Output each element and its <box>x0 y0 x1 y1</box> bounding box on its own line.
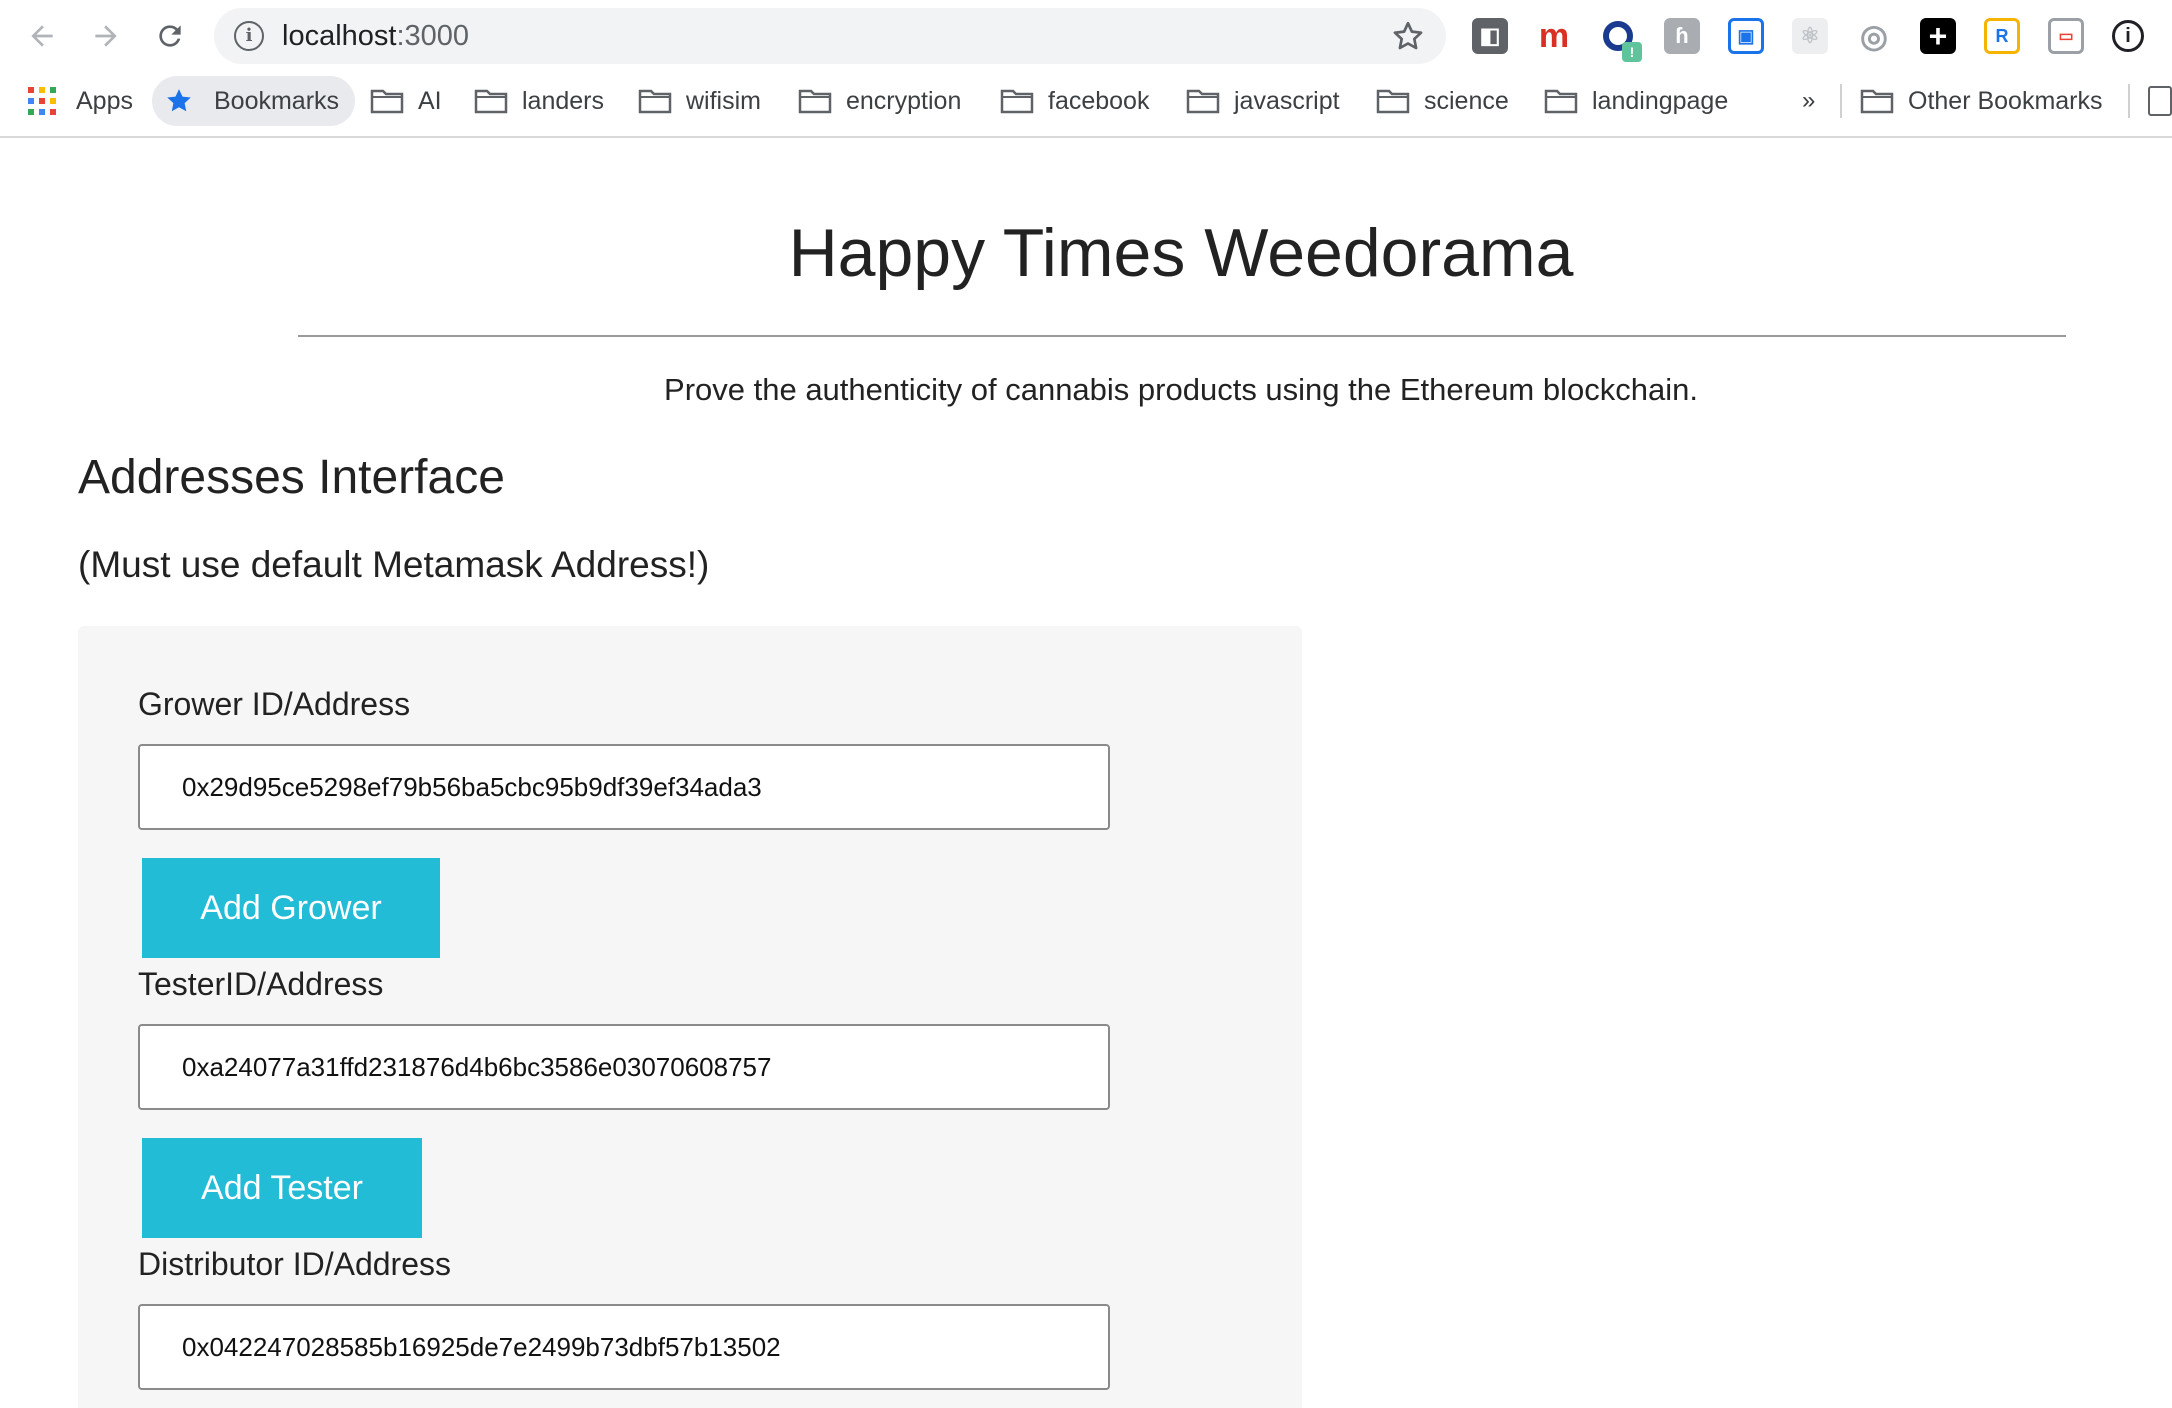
title-divider <box>298 335 2066 337</box>
page-lead: Prove the authenticity of cannabis produ… <box>664 372 1698 407</box>
folder-icon <box>798 88 832 114</box>
info-extension-icon[interactable]: i <box>2110 18 2146 54</box>
folder-icon <box>1186 88 1220 114</box>
hook-extension-icon[interactable]: ɦ <box>1664 18 1700 54</box>
folder-icon <box>474 88 508 114</box>
folder-icon <box>1376 88 1410 114</box>
bookmarks-overflow-button[interactable]: » <box>1802 76 1815 126</box>
react-extension-icon[interactable]: ⚛ <box>1792 18 1828 54</box>
forward-button[interactable] <box>82 12 130 60</box>
bookmark-apps[interactable]: Apps <box>28 76 133 126</box>
target-extension-icon[interactable]: ◎ <box>1856 18 1892 54</box>
folder-icon <box>1544 88 1578 114</box>
grower-label: Grower ID/Address <box>138 686 411 722</box>
folder-icon <box>1000 88 1034 114</box>
distributor-label: Distributor ID/Address <box>138 1246 451 1282</box>
r-extension-icon[interactable]: R <box>1984 18 2020 54</box>
bookmarks-separator <box>1840 84 1842 118</box>
reload-icon <box>159 25 181 47</box>
cast-extension-icon[interactable]: ▭ <box>2048 18 2084 54</box>
bookmark-star-icon[interactable] <box>1390 18 1426 54</box>
star-icon <box>167 89 191 112</box>
reader-extension-icon[interactable]: ▣ <box>1728 18 1764 54</box>
bookmarks-separator <box>2128 84 2130 118</box>
bookmark-folder-wifisim[interactable]: wifisim <box>638 76 761 126</box>
tester-address-input[interactable] <box>138 1024 1110 1110</box>
folder-icon <box>370 88 404 114</box>
add-grower-button[interactable]: Add Grower <box>142 858 440 958</box>
bookmark-folder-landingpage[interactable]: landingpage <box>1544 76 1728 126</box>
reading-list-icon <box>2148 86 2172 116</box>
url-host: localhost <box>282 20 397 52</box>
bookmark-folder-label: facebook <box>1048 86 1150 115</box>
url-text[interactable]: localhost:3000 <box>282 20 469 53</box>
bookmark-folder-ai[interactable]: AI <box>370 76 442 126</box>
reload-button[interactable] <box>146 12 194 60</box>
distributor-address-input[interactable] <box>138 1304 1110 1390</box>
bookmark-folder-encryption[interactable]: encryption <box>798 76 961 126</box>
bookmark-folder-label: science <box>1424 86 1509 115</box>
address-bar[interactable]: localhost:3000 <box>214 8 1446 64</box>
bookmark-apps-label: Apps <box>76 86 133 115</box>
url-port: :3000 <box>396 20 470 52</box>
bookmark-folder-landers[interactable]: landers <box>474 76 604 126</box>
section-subtitle: (Must use default Metamask Address!) <box>78 544 710 585</box>
section-title: Addresses Interface <box>78 451 505 504</box>
bookmarks-bar: Apps Bookmarks AI landers wifisim encryp… <box>0 76 2172 126</box>
plus-extension-icon[interactable]: + <box>1920 18 1956 54</box>
grower-address-input[interactable] <box>138 744 1110 830</box>
reading-list-button[interactable] <box>2148 76 2172 126</box>
page-title: Happy Times Weedorama <box>788 215 1574 291</box>
bookmark-bookmarks[interactable]: Bookmarks <box>152 76 356 126</box>
bookmark-bookmarks-label: Bookmarks <box>214 86 340 115</box>
back-arrow-icon <box>31 25 53 47</box>
bookmark-folder-label: javascript <box>1234 86 1340 115</box>
folder-icon <box>638 88 672 114</box>
bookmark-folder-label: wifisim <box>686 86 761 115</box>
bookmark-folder-label: AI <box>418 86 442 115</box>
bookmark-folder-facebook[interactable]: facebook <box>1000 76 1149 126</box>
browser-toolbar: localhost:3000 ◧ m ! ɦ ▣ ⚛ ◎ + R ▭ i App… <box>0 0 2172 138</box>
bookmark-folder-label: landingpage <box>1592 86 1729 115</box>
folder-icon <box>1860 88 1894 114</box>
apps-grid-icon <box>28 87 56 115</box>
ring-extension-icon[interactable]: ! <box>1600 18 1642 62</box>
bookmark-folder-label: encryption <box>846 86 962 115</box>
forward-arrow-icon <box>95 25 117 47</box>
bookmark-folder-label: landers <box>522 86 604 115</box>
back-button[interactable] <box>18 12 66 60</box>
bookmark-other-label: Other Bookmarks <box>1908 86 2103 115</box>
screencast-extension-icon[interactable]: ◧ <box>1472 18 1508 54</box>
m-extension-icon[interactable]: m <box>1536 17 1572 55</box>
site-info-icon[interactable] <box>234 21 264 51</box>
tester-label: TesterID/Address <box>138 966 384 1002</box>
bookmark-other-bookmarks[interactable]: Other Bookmarks <box>1860 76 2103 126</box>
bookmark-folder-javascript[interactable]: javascript <box>1186 76 1340 126</box>
bookmark-folder-science[interactable]: science <box>1376 76 1509 126</box>
add-tester-button[interactable]: Add Tester <box>142 1138 422 1238</box>
